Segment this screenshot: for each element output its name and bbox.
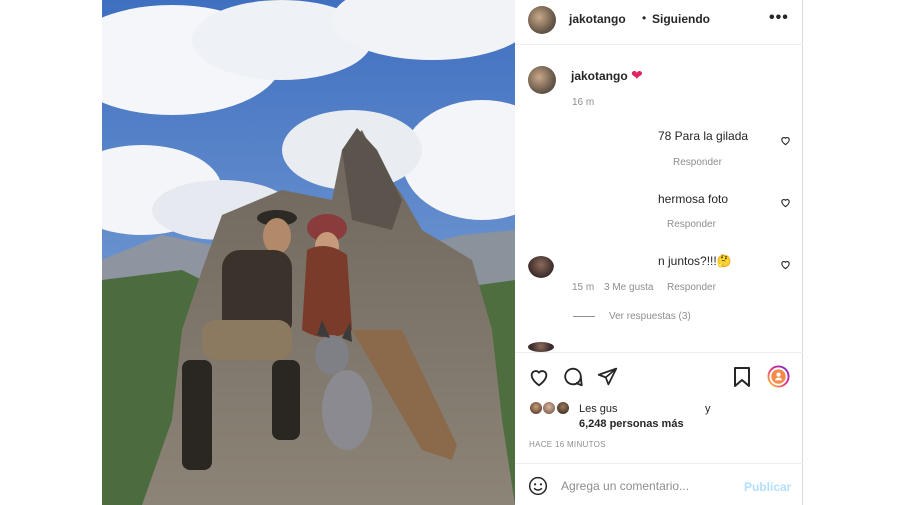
comment-like-icon[interactable] bbox=[780, 135, 791, 149]
comment-text: hermosa foto bbox=[658, 192, 729, 206]
heart-emoji-icon: ❤ bbox=[631, 67, 643, 83]
post-photo[interactable] bbox=[102, 0, 515, 505]
commenter-avatar[interactable] bbox=[528, 342, 554, 352]
caption-avatar[interactable] bbox=[528, 66, 556, 94]
reply-button[interactable]: Responder bbox=[667, 219, 716, 230]
liker-avatar bbox=[555, 401, 570, 415]
comment-icon[interactable] bbox=[562, 366, 584, 393]
view-replies-button[interactable]: Ver respuestas (3) bbox=[609, 311, 691, 322]
story-ring-icon[interactable] bbox=[767, 365, 790, 393]
reply-button[interactable]: Responder bbox=[673, 157, 722, 168]
comment-text: n juntos?!!!🤔 bbox=[658, 254, 732, 268]
likes-prefix[interactable]: Les gus bbox=[579, 403, 618, 415]
comment-like-icon[interactable] bbox=[780, 259, 791, 273]
likes-count[interactable]: 6,248 personas más bbox=[579, 418, 684, 430]
comment-time: 15 m bbox=[572, 282, 595, 293]
caption-time: 16 m bbox=[572, 97, 595, 108]
caption-username[interactable]: jakotango bbox=[571, 69, 628, 83]
author-avatar[interactable] bbox=[528, 6, 556, 34]
photo-image bbox=[102, 0, 515, 505]
follow-status-button[interactable]: Siguiendo bbox=[652, 12, 710, 26]
comment-text: 78 Para la gilada bbox=[658, 129, 749, 143]
post-header: jakotango • Siguiendo ••• bbox=[515, 0, 803, 45]
author-username[interactable]: jakotango bbox=[569, 12, 626, 26]
replies-divider bbox=[573, 316, 595, 317]
commenter-avatar[interactable] bbox=[528, 256, 554, 278]
save-icon[interactable] bbox=[732, 366, 752, 393]
instagram-post-screen: jakotango • Siguiendo ••• jakotango ❤ 16… bbox=[0, 0, 900, 505]
comment-input[interactable] bbox=[561, 472, 741, 500]
post-side-panel: jakotango • Siguiendo ••• jakotango ❤ 16… bbox=[515, 0, 803, 505]
like-icon[interactable] bbox=[528, 366, 550, 393]
liker-avatar bbox=[529, 401, 543, 415]
share-icon[interactable] bbox=[597, 366, 618, 392]
publish-button[interactable]: Publicar bbox=[744, 480, 791, 494]
comment-like-icon[interactable] bbox=[780, 197, 791, 211]
likes-connector: y bbox=[705, 403, 711, 415]
post-timestamp[interactable]: HACE 16 MINUTOS bbox=[529, 440, 606, 449]
comment-likes-count[interactable]: 3 Me gusta bbox=[604, 282, 653, 293]
add-comment-bar: Publicar bbox=[515, 463, 803, 505]
emoji-icon[interactable] bbox=[528, 476, 548, 501]
more-options-icon[interactable]: ••• bbox=[769, 9, 789, 27]
liker-avatar bbox=[542, 401, 557, 415]
reply-button[interactable]: Responder bbox=[667, 282, 716, 293]
likers-avatars[interactable] bbox=[529, 401, 570, 420]
header-separator: • bbox=[642, 11, 647, 25]
